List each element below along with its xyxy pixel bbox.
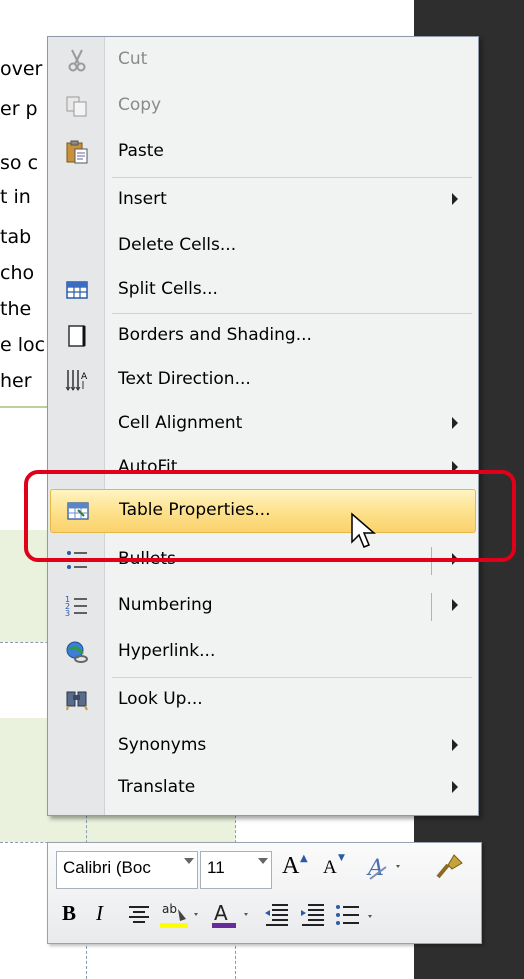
italic-button[interactable]: I — [96, 901, 103, 926]
mini-formatting-toolbar: Calibri (Boc 11 A ▲ A ▼ A B I ab A — [47, 842, 482, 944]
copy-icon — [66, 96, 87, 117]
document-text-line: tab — [0, 226, 32, 248]
shrink-font-button[interactable]: A — [323, 857, 337, 879]
submenu-arrow-icon — [452, 739, 458, 751]
menu-item-label: Cut — [118, 49, 148, 69]
submenu-arrow-icon — [452, 599, 458, 611]
grow-font-button[interactable]: A — [282, 853, 299, 880]
svg-text:A: A — [81, 372, 88, 382]
split-cells-icon — [66, 281, 88, 299]
menu-item-paste[interactable]: Paste — [48, 131, 478, 175]
document-text-line: so c — [0, 152, 39, 174]
document-text-line: her — [0, 370, 32, 392]
shrink-arrow-icon: ▼ — [338, 853, 345, 863]
menu-item-delete-cells[interactable]: Delete Cells... — [48, 225, 478, 269]
menu-item-text-direction[interactable]: A Text Direction... — [48, 359, 478, 403]
svg-text:3: 3 — [65, 609, 70, 618]
menu-item-synonyms[interactable]: Synonyms — [48, 725, 478, 769]
menu-item-label: Split Cells... — [118, 279, 218, 299]
scissors-icon — [68, 49, 86, 72]
menu-separator — [112, 177, 472, 178]
mouse-pointer-icon — [351, 512, 377, 548]
submenu-arrow-icon — [452, 193, 458, 205]
highlight-color-icon[interactable]: ab — [158, 899, 202, 931]
increase-indent-icon[interactable] — [298, 901, 328, 929]
svg-text:A: A — [214, 901, 228, 925]
menu-item-label: Cell Alignment — [118, 413, 243, 433]
font-name-combobox[interactable]: Calibri (Boc — [56, 851, 198, 889]
menu-separator — [112, 677, 472, 678]
svg-text:ab: ab — [162, 902, 177, 916]
menu-item-label: Translate — [118, 777, 196, 797]
font-size-value: 11 — [207, 858, 225, 877]
menu-item-label: Paste — [118, 141, 164, 161]
document-text-line: over — [0, 58, 43, 80]
menu-item-label: Synonyms — [118, 735, 207, 755]
menu-item-label: Numbering — [118, 595, 213, 615]
menu-item-label: Look Up... — [118, 689, 203, 709]
document-text-line: cho — [0, 262, 35, 284]
context-menu: Cut Copy Paste Insert Delete Cells... Sp… — [47, 36, 479, 816]
menu-item-insert[interactable]: Insert — [48, 179, 478, 223]
numbering-icon: 123 — [65, 595, 87, 618]
paste-icon — [66, 140, 88, 164]
dropdown-arrow-icon — [184, 858, 194, 864]
document-text-line: e loc — [0, 334, 46, 356]
lookup-icon — [66, 691, 88, 711]
styles-icon[interactable]: A — [366, 853, 406, 883]
document-text-line: the — [0, 298, 32, 320]
font-size-combobox[interactable]: 11 — [200, 851, 272, 889]
center-align-icon[interactable] — [126, 903, 152, 927]
annotation-highlight-outline — [24, 470, 516, 562]
menu-item-cut[interactable]: Cut — [48, 39, 478, 83]
menu-item-cell-alignment[interactable]: Cell Alignment — [48, 403, 478, 447]
menu-item-label: Delete Cells... — [118, 235, 237, 255]
format-painter-icon[interactable] — [432, 851, 468, 883]
menu-item-label: Borders and Shading... — [118, 325, 312, 345]
menu-item-label: Text Direction... — [118, 369, 251, 389]
menu-item-borders-and-shading[interactable]: Borders and Shading... — [48, 315, 478, 359]
text-direction-icon: A — [65, 370, 88, 391]
document-text-line: er p — [0, 98, 38, 120]
decrease-indent-icon[interactable] — [262, 901, 292, 929]
menu-item-label: Hyperlink... — [118, 641, 216, 661]
menu-item-look-up[interactable]: Look Up... — [48, 679, 478, 723]
menu-item-split-cells[interactable]: Split Cells... — [48, 269, 478, 313]
hyperlink-icon — [66, 641, 88, 663]
menu-item-hyperlink[interactable]: Hyperlink... — [48, 631, 478, 675]
document-text-line: t in — [0, 186, 31, 208]
submenu-arrow-icon — [452, 781, 458, 793]
split-button-divider — [431, 593, 432, 621]
menu-item-copy[interactable]: Copy — [48, 85, 478, 129]
toolbar-bullets-icon[interactable] — [334, 901, 378, 929]
grow-arrow-icon: ▲ — [300, 853, 308, 864]
font-color-icon[interactable]: A — [210, 899, 254, 931]
menu-item-translate[interactable]: Translate — [48, 767, 478, 811]
borders-icon — [68, 325, 86, 347]
menu-item-numbering[interactable]: 123 Numbering — [48, 585, 478, 629]
menu-separator — [112, 313, 472, 314]
bold-button[interactable]: B — [62, 901, 76, 926]
svg-text:A: A — [366, 856, 384, 881]
dropdown-arrow-icon — [258, 858, 268, 864]
menu-item-label: Copy — [118, 95, 162, 115]
menu-item-label: Insert — [118, 189, 167, 209]
submenu-arrow-icon — [452, 417, 458, 429]
font-name-value: Calibri (Boc — [63, 858, 151, 877]
